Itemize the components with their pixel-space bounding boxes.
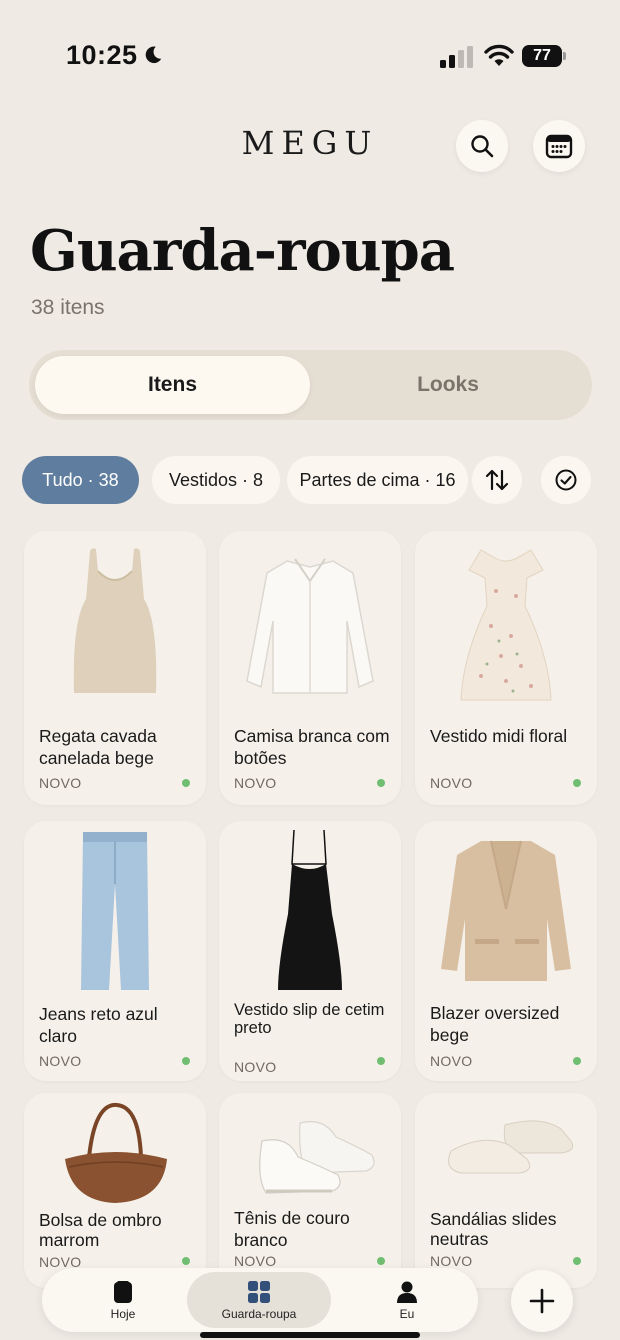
moon-icon xyxy=(145,46,162,64)
status-bar: 10:25 77 xyxy=(0,0,620,100)
tab-today[interactable]: Hoje xyxy=(82,1272,164,1328)
wardrobe-item-card[interactable]: Vestido slip de cetim preto NOVO xyxy=(219,821,401,1081)
plus-icon xyxy=(529,1288,555,1314)
item-name: Tênis de couro branco xyxy=(234,1208,350,1250)
shoulder-bag-image xyxy=(24,1093,206,1211)
checkmark-circle-icon xyxy=(555,469,577,491)
segment-looks[interactable]: Looks xyxy=(310,356,586,414)
segment-items[interactable]: Itens xyxy=(35,356,310,414)
item-name: Vestido midi floral xyxy=(430,726,568,746)
wardrobe-item-card[interactable]: Bolsa de ombro marrom NOVO xyxy=(24,1093,206,1288)
item-name: Blazer oversized bege xyxy=(430,1003,560,1045)
jeans-image xyxy=(24,821,206,996)
item-tag: NOVO xyxy=(234,1253,277,1269)
item-tag: NOVO xyxy=(430,1053,473,1069)
item-tag: NOVO xyxy=(234,1059,277,1075)
search-button[interactable] xyxy=(456,120,508,172)
select-mode-button[interactable] xyxy=(541,456,591,504)
person-icon xyxy=(397,1281,417,1303)
tab-wardrobe[interactable]: Guarda-roupa xyxy=(187,1272,331,1328)
wifi-icon xyxy=(484,44,514,66)
battery-tip xyxy=(563,52,566,60)
tab-wardrobe-label: Guarda-roupa xyxy=(221,1306,297,1321)
item-tag: NOVO xyxy=(234,775,277,791)
battery-level: 77 xyxy=(522,45,562,67)
new-status-dot xyxy=(182,1057,190,1065)
wardrobe-item-card[interactable]: Camisa branca com botões NOVO xyxy=(219,531,401,805)
filter-chip-tops[interactable]: Partes de cima · 16 xyxy=(287,456,468,504)
battery-indicator: 77 xyxy=(522,45,566,67)
new-status-dot xyxy=(182,779,190,787)
item-name: Regata cavada canelada bege xyxy=(39,726,157,768)
slides-image xyxy=(415,1093,597,1208)
item-name: Jeans reto azul claro xyxy=(39,1004,158,1046)
wardrobe-item-card[interactable]: Jeans reto azul claro NOVO xyxy=(24,821,206,1081)
item-name: Camisa branca com botões xyxy=(234,726,390,768)
new-status-dot xyxy=(377,1057,385,1065)
today-icon xyxy=(114,1280,132,1303)
sneakers-image xyxy=(219,1093,401,1208)
grid-icon xyxy=(248,1280,270,1303)
item-tag: NOVO xyxy=(39,1053,82,1069)
sort-button[interactable] xyxy=(472,456,522,504)
signal-icon xyxy=(440,46,473,68)
sort-arrows-icon xyxy=(485,469,509,491)
item-name: Bolsa de ombro marrom xyxy=(39,1210,162,1250)
filter-chip-dresses[interactable]: Vestidos · 8 xyxy=(152,456,280,504)
wardrobe-item-card[interactable]: Tênis de couro branco NOVO xyxy=(219,1093,401,1288)
item-tag: NOVO xyxy=(430,775,473,791)
blazer-image xyxy=(415,821,597,996)
tank-top-image xyxy=(24,531,206,711)
new-status-dot xyxy=(573,1057,581,1065)
status-time: 10:25 xyxy=(66,40,138,70)
new-status-dot xyxy=(377,1257,385,1265)
search-icon xyxy=(471,135,494,158)
filter-chip-all[interactable]: Tudo · 38 xyxy=(22,456,139,504)
app-logo: MEGU xyxy=(241,124,379,162)
floral-dress-image xyxy=(415,531,597,711)
wardrobe-item-card[interactable]: Vestido midi floral NOVO xyxy=(415,531,597,805)
new-status-dot xyxy=(182,1257,190,1265)
item-name: Vestido slip de cetim preto xyxy=(234,1001,385,1037)
item-count: 38 itens xyxy=(31,296,105,319)
item-tag: NOVO xyxy=(430,1253,473,1269)
white-shirt-image xyxy=(219,531,401,711)
page-title: Guarda-roupa xyxy=(30,218,455,284)
view-segmented-control: Itens Looks xyxy=(29,350,592,420)
item-tag: NOVO xyxy=(39,775,82,791)
new-status-dot xyxy=(573,1257,581,1265)
wardrobe-item-card[interactable]: Regata cavada canelada bege NOVO xyxy=(24,531,206,805)
bottom-tab-bar: Hoje Guarda-roupa Eu xyxy=(42,1268,478,1332)
tab-me-label: Eu xyxy=(399,1306,415,1321)
wardrobe-item-card[interactable]: Blazer oversized bege NOVO xyxy=(415,821,597,1081)
slip-dress-image xyxy=(219,821,401,996)
tab-today-label: Hoje xyxy=(110,1306,136,1321)
new-status-dot xyxy=(377,779,385,787)
home-indicator xyxy=(200,1332,420,1338)
calendar-icon xyxy=(545,134,573,159)
new-status-dot xyxy=(573,779,581,787)
calendar-button[interactable] xyxy=(533,120,585,172)
wardrobe-item-card[interactable]: Sandálias slides neutras NOVO xyxy=(415,1093,597,1288)
tab-me[interactable]: Eu xyxy=(366,1272,448,1328)
add-item-button[interactable] xyxy=(511,1270,573,1332)
item-name: Sandálias slides neutras xyxy=(430,1209,557,1249)
